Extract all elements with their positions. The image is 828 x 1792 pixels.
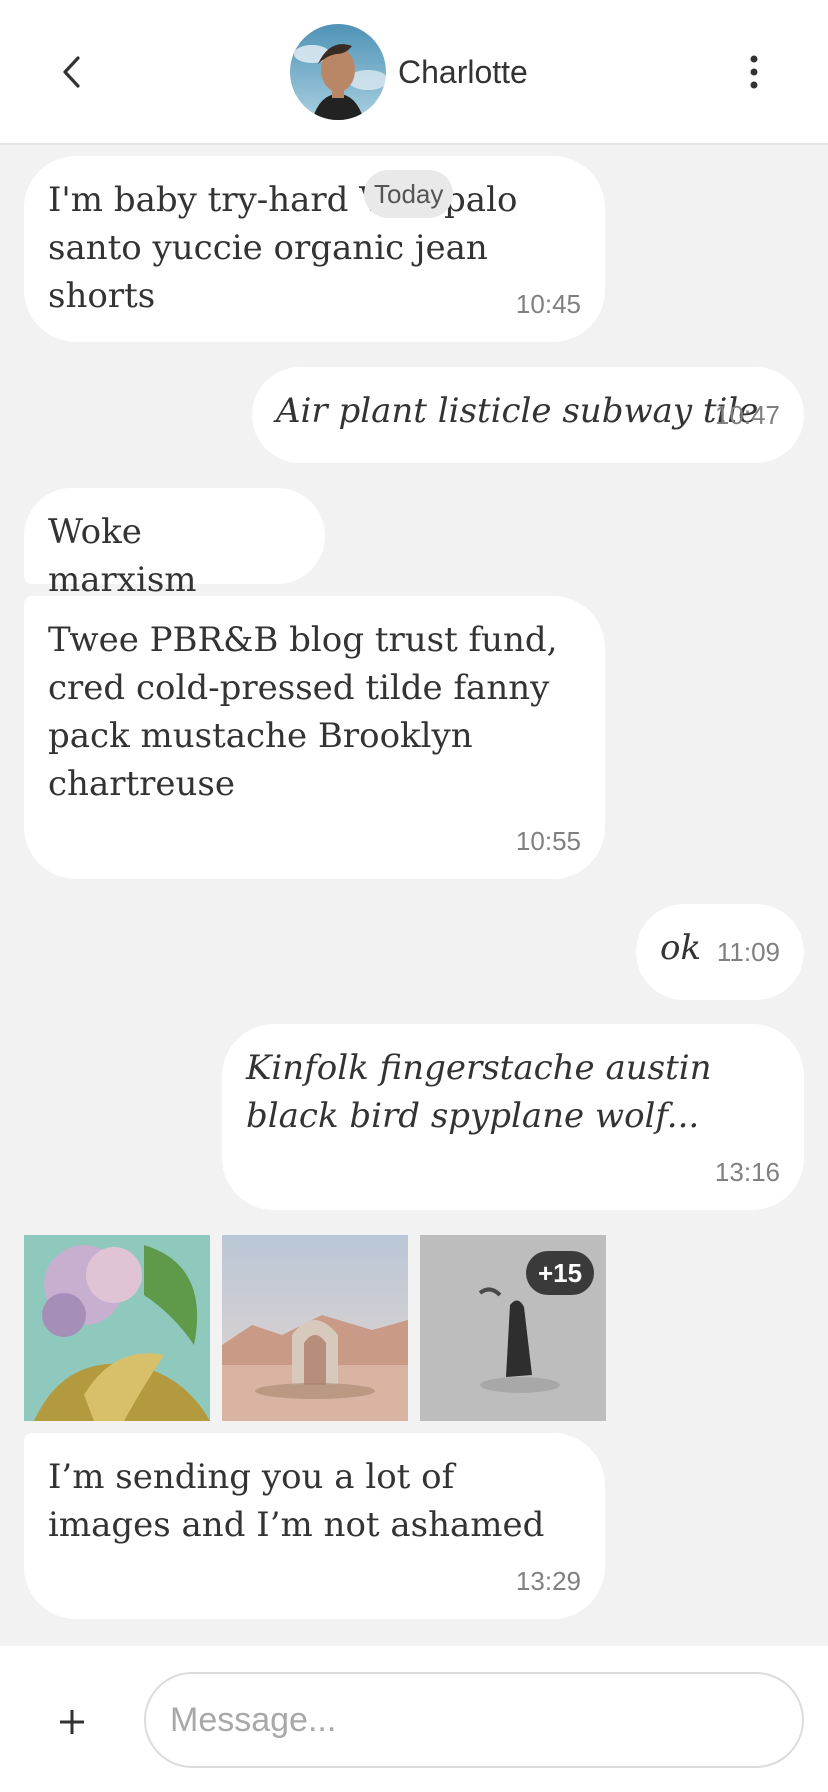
message-time: 13:16 [714,1157,780,1187]
message-time: 10:45 [515,289,581,319]
message-text: I'm baby try-hard Vice palo santo yuccie… [48,180,518,316]
message-time: 10:47 [714,400,780,430]
image-thumbnail[interactable] [222,1235,408,1421]
message-time: 10:55 [515,826,581,856]
message-bubble-incoming[interactable]: I'm baby try-hard Vice palo santo yuccie… [24,156,605,342]
chevron-left-icon [63,56,80,88]
message-bubble-incoming[interactable]: Woke marxism [24,488,325,600]
date-divider: Today [364,170,454,218]
more-images-badge[interactable]: +15 [526,1251,594,1295]
avatar[interactable] [290,24,386,120]
message-bubble-incoming[interactable]: Twee PBR&B blog trust fund, cred cold-pr… [24,596,605,879]
more-options-button[interactable] [730,44,778,100]
message-input[interactable] [144,1672,804,1768]
message-time: 11:09 [716,937,780,967]
message-bubble-outgoing[interactable]: Kinfolk fingerstache austin black bird s… [222,1024,804,1210]
image-thumbnail[interactable] [24,1235,210,1421]
plus-icon [60,1710,84,1734]
message-text: Kinfolk fingerstache austin black bird s… [246,1048,712,1136]
chat-header: Charlotte [0,0,828,145]
message-bubble-outgoing[interactable]: ok 11:09 [636,904,804,1000]
more-vertical-icon [750,55,758,89]
message-bubble-incoming[interactable]: I’m sending you a lot of images and I’m … [24,1433,605,1619]
back-button[interactable] [48,44,96,100]
message-bubble-outgoing[interactable]: Air plant listicle subway tile 10:47 [252,367,804,463]
contact-name[interactable]: Charlotte [398,52,528,92]
message-text: Woke marxism [48,512,197,600]
message-text: Air plant listicle subway tile [276,391,759,431]
message-composer [0,1646,828,1792]
message-text: ok [660,928,702,968]
message-text: Twee PBR&B blog trust fund, cred cold-pr… [48,620,558,804]
message-text: I’m sending you a lot of images and I’m … [48,1457,545,1545]
add-attachment-button[interactable] [48,1698,96,1746]
message-time: 13:29 [515,1566,581,1596]
